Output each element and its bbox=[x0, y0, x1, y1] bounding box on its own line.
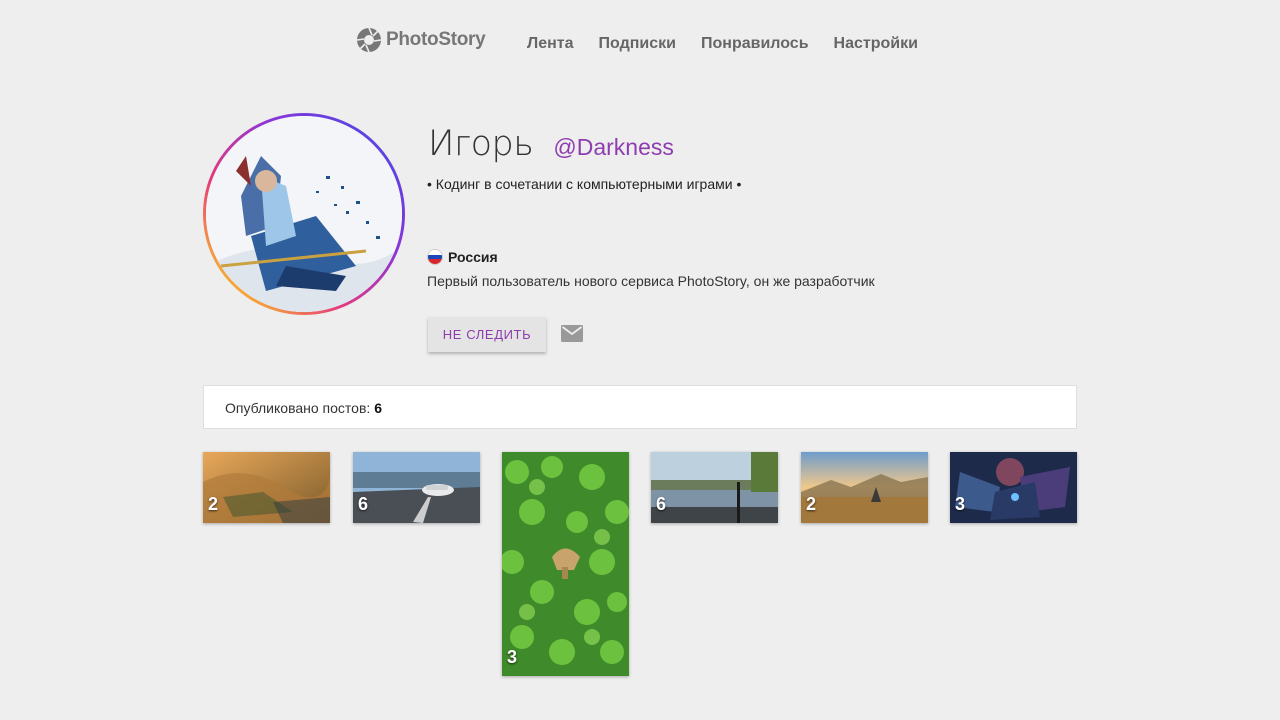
camera-aperture-icon bbox=[356, 27, 382, 53]
posts-count-value: 6 bbox=[374, 400, 382, 416]
post-photo-count: 3 bbox=[955, 494, 966, 514]
avatar-image bbox=[206, 116, 402, 312]
logo[interactable]: PhotoStory bbox=[356, 27, 486, 53]
post-photo-count: 6 bbox=[358, 494, 369, 514]
username: @Darkness bbox=[553, 134, 674, 160]
post-thumbnail[interactable]: 2 bbox=[203, 452, 330, 523]
river-scooter-photo-icon bbox=[651, 452, 778, 523]
avatar[interactable] bbox=[206, 116, 402, 312]
post-thumbnail[interactable]: 3 bbox=[950, 452, 1077, 523]
avatar-ring bbox=[203, 113, 405, 315]
country: Россия bbox=[427, 249, 498, 265]
post-photo-count: 2 bbox=[806, 494, 817, 514]
post-thumbnail[interactable]: 3 bbox=[502, 452, 629, 676]
top-bar: PhotoStory Лента Подписки Понравилось На… bbox=[0, 0, 1280, 90]
nav-settings[interactable]: Настройки bbox=[834, 35, 918, 53]
post-photo-count: 2 bbox=[208, 494, 219, 514]
clover-mushroom-photo-icon bbox=[502, 452, 629, 676]
main-nav: Лента Подписки Понравилось Настройки bbox=[527, 35, 918, 53]
unfollow-button[interactable]: НЕ СЛЕДИТЬ bbox=[428, 317, 546, 352]
robot-battle-photo-icon bbox=[950, 452, 1077, 523]
nav-subscriptions[interactable]: Подписки bbox=[599, 35, 676, 53]
post-thumbnail[interactable]: 6 bbox=[651, 452, 778, 523]
country-name: Россия bbox=[448, 249, 498, 265]
desert-landscape-photo-icon bbox=[203, 452, 330, 523]
nav-liked[interactable]: Понравилось bbox=[701, 35, 809, 53]
profile-bio: • Кодинг в сочетании с компьютерными игр… bbox=[427, 176, 742, 192]
posts-count-label: Опубликовано постов: bbox=[225, 400, 371, 416]
nav-feed[interactable]: Лента bbox=[527, 35, 574, 53]
posts-count-bar: Опубликовано постов: 6 bbox=[203, 385, 1077, 429]
logo-text: PhotoStory bbox=[386, 29, 486, 50]
post-photo-count: 3 bbox=[507, 647, 518, 667]
profile-about: Первый пользователь нового сервиса Photo… bbox=[427, 273, 875, 289]
name-row: Игорь @Darkness bbox=[428, 124, 674, 164]
post-thumbnail[interactable]: 6 bbox=[353, 452, 480, 523]
mail-icon[interactable] bbox=[561, 325, 583, 342]
russia-flag-icon bbox=[427, 249, 443, 265]
sunset-field-photo-icon bbox=[801, 452, 928, 523]
post-photo-count: 6 bbox=[656, 494, 667, 514]
car-road-photo-icon bbox=[353, 452, 480, 523]
display-name: Игорь bbox=[428, 124, 534, 164]
post-thumbnail[interactable]: 2 bbox=[801, 452, 928, 523]
